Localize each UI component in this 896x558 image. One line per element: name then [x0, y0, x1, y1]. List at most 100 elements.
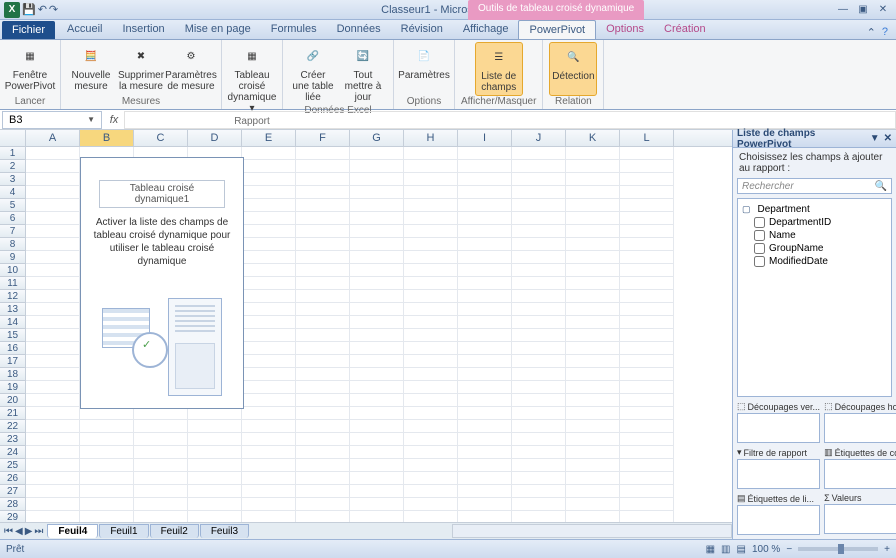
row-header[interactable]: 19 [0, 381, 26, 394]
cell[interactable] [134, 485, 188, 498]
col-header-B[interactable]: B [80, 130, 134, 146]
cell[interactable] [512, 407, 566, 420]
cell[interactable] [242, 264, 296, 277]
cell[interactable] [350, 186, 404, 199]
row-header[interactable]: 29 [0, 511, 26, 522]
cell[interactable] [296, 394, 350, 407]
cell[interactable] [566, 329, 620, 342]
cell[interactable] [26, 355, 80, 368]
cell[interactable] [188, 498, 242, 511]
cell[interactable] [296, 173, 350, 186]
cell[interactable] [26, 498, 80, 511]
cell[interactable] [620, 368, 674, 381]
tab-affichage[interactable]: Affichage [453, 20, 519, 39]
dropzone-box[interactable] [737, 459, 820, 489]
cell[interactable] [566, 420, 620, 433]
tab-mise en page[interactable]: Mise en page [175, 20, 261, 39]
cell[interactable] [350, 212, 404, 225]
row-header[interactable]: 22 [0, 420, 26, 433]
cell[interactable] [242, 459, 296, 472]
cell[interactable] [620, 329, 674, 342]
cell[interactable] [134, 472, 188, 485]
cell[interactable] [26, 277, 80, 290]
cell[interactable] [404, 511, 458, 522]
cell[interactable] [188, 511, 242, 522]
cell[interactable] [458, 329, 512, 342]
row-header[interactable]: 15 [0, 329, 26, 342]
cell[interactable] [458, 160, 512, 173]
cell[interactable] [134, 446, 188, 459]
cell[interactable] [242, 212, 296, 225]
cell[interactable] [350, 264, 404, 277]
cell[interactable] [296, 329, 350, 342]
cell[interactable] [404, 446, 458, 459]
cell[interactable] [620, 381, 674, 394]
cell[interactable] [26, 433, 80, 446]
row-header[interactable]: 7 [0, 225, 26, 238]
cell[interactable] [350, 173, 404, 186]
cell[interactable] [296, 381, 350, 394]
cell[interactable] [512, 316, 566, 329]
tab-insertion[interactable]: Insertion [112, 20, 174, 39]
cell[interactable] [242, 394, 296, 407]
cell[interactable] [242, 147, 296, 160]
row-header[interactable]: 13 [0, 303, 26, 316]
ribbon-btn-refresh[interactable]: 🔄Tout mettre à jour [339, 42, 387, 105]
cell[interactable] [458, 212, 512, 225]
tree-field-groupname[interactable]: GroupName [742, 242, 887, 255]
cell[interactable] [80, 498, 134, 511]
cell[interactable] [350, 446, 404, 459]
row-header[interactable]: 5 [0, 199, 26, 212]
first-sheet-icon[interactable]: ⏮ [4, 526, 13, 537]
cell[interactable] [458, 459, 512, 472]
cell[interactable] [242, 316, 296, 329]
pane-header[interactable]: Liste de champs PowerPivot ▼✕ [733, 130, 896, 148]
cell[interactable] [26, 199, 80, 212]
cell[interactable] [80, 459, 134, 472]
dropzone[interactable]: ▤ Étiquettes de li... [737, 493, 820, 535]
cell[interactable] [296, 290, 350, 303]
row-header[interactable]: 9 [0, 251, 26, 264]
cell[interactable] [134, 459, 188, 472]
cell[interactable] [296, 186, 350, 199]
cell[interactable] [512, 290, 566, 303]
cell[interactable] [566, 446, 620, 459]
dropzone-box[interactable] [737, 505, 820, 535]
cell[interactable] [404, 485, 458, 498]
cell[interactable] [566, 290, 620, 303]
cell[interactable] [296, 446, 350, 459]
cell[interactable] [188, 420, 242, 433]
cell[interactable] [404, 225, 458, 238]
cell[interactable] [512, 251, 566, 264]
row-header[interactable]: 6 [0, 212, 26, 225]
cell[interactable] [458, 290, 512, 303]
cell[interactable] [350, 355, 404, 368]
prev-sheet-icon[interactable]: ◀ [15, 526, 23, 537]
cell[interactable] [566, 160, 620, 173]
cell[interactable] [566, 485, 620, 498]
cell[interactable] [350, 316, 404, 329]
cell[interactable] [26, 342, 80, 355]
cell[interactable] [404, 173, 458, 186]
tree-field-name[interactable]: Name [742, 229, 887, 242]
cell[interactable] [458, 446, 512, 459]
cell[interactable] [512, 485, 566, 498]
field-checkbox[interactable] [754, 243, 765, 254]
cell[interactable] [188, 433, 242, 446]
row-header[interactable]: 24 [0, 446, 26, 459]
cell[interactable] [26, 316, 80, 329]
field-search-input[interactable]: Rechercher 🔍 [737, 178, 892, 194]
ribbon-btn-gear[interactable]: ⚙Paramètres de mesure [167, 42, 215, 96]
dropzone[interactable]: ▥ Étiquettes de co... [824, 447, 896, 489]
row-header[interactable]: 2 [0, 160, 26, 173]
zoom-in-icon[interactable]: + [884, 544, 890, 555]
cell[interactable] [404, 329, 458, 342]
zoom-slider[interactable] [798, 547, 878, 551]
col-header-G[interactable]: G [350, 130, 404, 146]
cell[interactable] [458, 173, 512, 186]
cell[interactable] [512, 225, 566, 238]
cell[interactable] [296, 368, 350, 381]
cell[interactable] [566, 342, 620, 355]
cell[interactable] [188, 446, 242, 459]
cell[interactable] [620, 199, 674, 212]
